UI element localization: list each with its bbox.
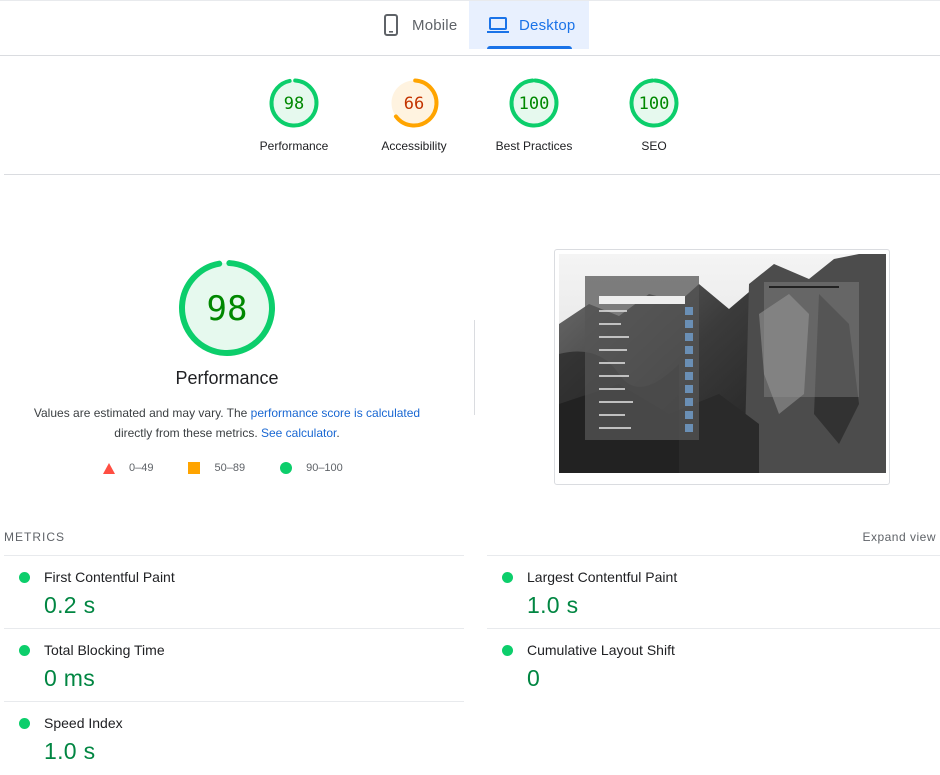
active-tab-indicator <box>487 46 572 49</box>
gauge-label: Accessibility <box>381 139 447 153</box>
gauge-score: 98 <box>284 94 304 114</box>
performance-title: Performance <box>175 368 279 388</box>
metric-value: 0.2 s <box>44 592 96 618</box>
tab-desktop[interactable]: Desktop <box>469 1 589 49</box>
performance-section: 98 Performance Values are estimated and … <box>0 258 454 443</box>
gauge-score: 66 <box>404 94 424 114</box>
pass-circle-icon <box>502 572 513 583</box>
circle-icon <box>280 462 293 474</box>
gauge-score: 100 <box>639 94 670 114</box>
pass-circle-icon <box>19 645 30 656</box>
metric-value: 1.0 s <box>527 592 579 618</box>
desc-text: Values are estimated and may vary. The <box>33 406 251 420</box>
desc-text: directly from these metrics. <box>114 426 261 440</box>
gauge-ring: 66 <box>389 78 439 128</box>
metric-largest-contentful-paint: Largest Contentful Paint 1.0 s <box>487 555 940 628</box>
pass-circle-icon <box>19 718 30 729</box>
gauge-accessibility[interactable]: 66 Accessibility <box>354 78 474 153</box>
gauge-label: Performance <box>259 139 329 153</box>
score-calculation-link[interactable]: performance score is calculated <box>251 406 420 420</box>
legend-range: 0–49 <box>129 462 154 474</box>
metric-total-blocking-time: Total Blocking Time 0 ms <box>4 628 464 701</box>
smartphone-icon <box>380 14 402 36</box>
metric-title: First Contentful Paint <box>44 569 175 585</box>
metrics-heading: METRICS <box>4 530 65 544</box>
gauge-ring: 100 <box>509 78 559 128</box>
metric-speed-index: Speed Index 1.0 s <box>4 701 464 774</box>
metric-title: Cumulative Layout Shift <box>527 642 675 658</box>
metric-cumulative-layout-shift: Cumulative Layout Shift 0 <box>487 628 940 701</box>
gauge-ring: 98 <box>269 78 319 128</box>
metric-title: Largest Contentful Paint <box>527 569 678 585</box>
tab-desktop-label: Desktop <box>519 16 576 34</box>
vertical-divider <box>474 320 475 415</box>
screenshot-image <box>559 254 886 473</box>
performance-description: Values are estimated and may vary. The p… <box>27 403 427 443</box>
metric-title: Speed Index <box>44 715 123 731</box>
gauge-label: Best Practices <box>495 139 573 153</box>
legend-item-average: 50–89 <box>188 462 245 474</box>
gauge-label: SEO <box>641 139 667 153</box>
legend-range: 90–100 <box>306 462 343 474</box>
score-legend: 0–49 50–89 90–100 <box>103 462 378 474</box>
metric-value: 1.0 s <box>44 738 96 764</box>
laptop-icon <box>487 14 509 36</box>
metric-value: 0 ms <box>44 665 96 691</box>
pass-circle-icon <box>502 645 513 656</box>
legend-item-pass: 90–100 <box>280 462 343 474</box>
desc-text: . <box>336 426 340 440</box>
pass-circle-icon <box>19 572 30 583</box>
gauge-best-practices[interactable]: 100 Best Practices <box>474 78 594 153</box>
tab-mobile-label: Mobile <box>412 16 458 34</box>
legend-range: 50–89 <box>214 462 246 474</box>
gauge-score: 100 <box>519 94 550 114</box>
performance-score: 98 <box>207 289 248 329</box>
expand-view-toggle[interactable]: Expand view <box>862 530 936 544</box>
gauge-performance[interactable]: 98 Performance <box>234 78 354 153</box>
legend-item-fail: 0–49 <box>103 462 153 474</box>
device-tabs: Mobile Desktop <box>0 0 940 56</box>
screenshot-canvas <box>559 254 886 473</box>
metric-title: Total Blocking Time <box>44 642 165 658</box>
performance-gauge: 98 <box>179 260 275 356</box>
metric-first-contentful-paint: First Contentful Paint 0.2 s <box>4 555 464 628</box>
triangle-icon <box>103 462 115 474</box>
gauge-seo[interactable]: 100 SEO <box>594 78 714 153</box>
tab-mobile[interactable]: Mobile <box>370 1 469 49</box>
gauge-ring: 100 <box>629 78 679 128</box>
score-summary: 98 Performance 66 Accessibility 100 Best… <box>4 56 940 175</box>
square-icon <box>188 462 201 474</box>
metric-value: 0 <box>527 665 541 691</box>
final-screenshot[interactable] <box>554 249 890 485</box>
see-calculator-link[interactable]: See calculator <box>261 426 336 440</box>
